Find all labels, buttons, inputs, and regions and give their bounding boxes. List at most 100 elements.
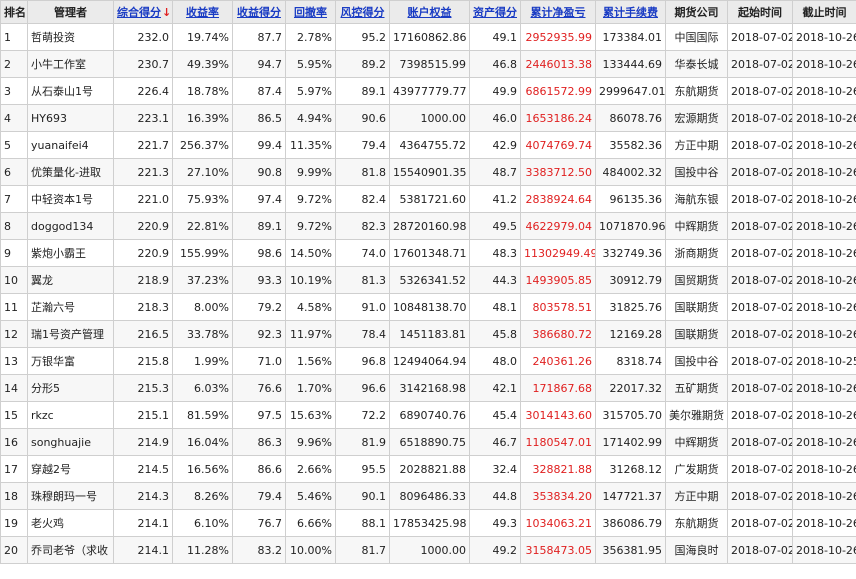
column-header-return_rate[interactable]: 收益率: [172, 0, 233, 24]
cell-manager: 万银华富: [27, 347, 114, 375]
cell-return_rate: 8.00%: [172, 293, 233, 321]
column-header-net_profit[interactable]: 累计净盈亏: [520, 0, 596, 24]
cell-rank: 14: [0, 374, 28, 402]
column-header-label: 累计手续费: [603, 6, 658, 19]
cell-rank: 20: [0, 536, 28, 564]
column-header-rank: 排名: [0, 0, 28, 24]
cell-end: 2018-10-25: [792, 347, 856, 375]
cell-return_score: 94.7: [232, 50, 286, 78]
cell-net_profit: 1180547.01: [520, 428, 596, 456]
cell-drawdown: 9.96%: [285, 428, 336, 456]
cell-drawdown: 2.78%: [285, 23, 336, 51]
cell-score: 218.9: [113, 266, 173, 294]
column-header-drawdown[interactable]: 回撤率: [285, 0, 336, 24]
cell-equity: 5381721.60: [389, 185, 470, 213]
cell-risk_score: 91.0: [335, 293, 390, 321]
cell-end: 2018-10-26: [792, 266, 856, 294]
cell-asset_score: 48.0: [469, 347, 521, 375]
cell-broker: 五矿期货: [665, 374, 728, 402]
cell-start: 2018-07-02: [727, 401, 793, 429]
cell-return_score: 76.6: [232, 374, 286, 402]
cell-start: 2018-07-02: [727, 347, 793, 375]
cell-broker: 国投中谷: [665, 158, 728, 186]
column-header-label: 累计净盈亏: [530, 6, 586, 19]
column-header-return_score[interactable]: 收益得分: [232, 0, 286, 24]
cell-end: 2018-10-26: [792, 239, 856, 267]
cell-asset_score: 49.2: [469, 536, 521, 564]
cell-start: 2018-07-02: [727, 50, 793, 78]
cell-drawdown: 9.99%: [285, 158, 336, 186]
cell-risk_score: 82.4: [335, 185, 390, 213]
column-header-risk_score[interactable]: 风控得分: [335, 0, 390, 24]
cell-return_score: 97.4: [232, 185, 286, 213]
cell-manager: 小牛工作室: [27, 50, 114, 78]
cell-manager: 从石泰山1号: [27, 77, 114, 105]
column-header-asset_score[interactable]: 资产得分: [469, 0, 521, 24]
cell-return_score: 99.4: [232, 131, 286, 159]
cell-broker: 东航期货: [665, 77, 728, 105]
cell-drawdown: 11.35%: [285, 131, 336, 159]
table-row: 3 从石泰山1号 226.4 18.78% 87.4 5.97% 89.1 43977779.…: [0, 77, 856, 105]
cell-fee: 31268.12: [595, 455, 666, 483]
column-header-equity[interactable]: 账户权益: [389, 0, 470, 24]
cell-broker: 美尔雅期货: [665, 401, 728, 429]
ranking-table: 排名 管理者 综合得分↓ 收益率 收益得分 回撤率 风控得分 账户权益 资产得分 累计净盈亏 累计手…: [0, 0, 856, 564]
cell-rank: 1: [0, 23, 28, 51]
cell-return_score: 86.5: [232, 104, 286, 132]
column-header-start: 起始时间: [727, 0, 793, 24]
cell-net_profit: 2446013.38: [520, 50, 596, 78]
cell-score: 215.1: [113, 401, 173, 429]
cell-manager: 优策量化-进取: [27, 158, 114, 186]
cell-asset_score: 42.9: [469, 131, 521, 159]
cell-rank: 18: [0, 482, 28, 510]
cell-net_profit: 2838924.64: [520, 185, 596, 213]
table-row: 4 HY693 223.1 16.39% 86.5 4.94% 90.6 1000.00 46.…: [0, 104, 856, 132]
table-row: 20 乔司老爷（求收 214.1 11.28% 83.2 10.00% 81.7 1000.0…: [0, 536, 856, 564]
cell-asset_score: 44.3: [469, 266, 521, 294]
cell-asset_score: 49.3: [469, 509, 521, 537]
cell-risk_score: 96.8: [335, 347, 390, 375]
cell-equity: 12494064.94: [389, 347, 470, 375]
cell-asset_score: 48.3: [469, 239, 521, 267]
cell-broker: 东航期货: [665, 509, 728, 537]
cell-asset_score: 49.5: [469, 212, 521, 240]
cell-return_score: 87.4: [232, 77, 286, 105]
cell-return_score: 89.1: [232, 212, 286, 240]
cell-end: 2018-10-26: [792, 50, 856, 78]
table-row: 17 穿越2号 214.5 16.56% 86.6 2.66% 95.5 2028821.88…: [0, 455, 856, 483]
cell-manager: 珠穆朗玛一号: [27, 482, 114, 510]
cell-risk_score: 81.3: [335, 266, 390, 294]
cell-return_rate: 19.74%: [172, 23, 233, 51]
column-header-manager: 管理者: [27, 0, 114, 24]
table-row: 18 珠穆朗玛一号 214.3 8.26% 79.4 5.46% 90.1 8096486.3…: [0, 482, 856, 510]
cell-fee: 332749.36: [595, 239, 666, 267]
cell-fee: 1071870.96: [595, 212, 666, 240]
cell-drawdown: 5.46%: [285, 482, 336, 510]
table-row: 10 翼龙 218.9 37.23% 93.3 10.19% 81.3 5326341.52 4…: [0, 266, 856, 294]
cell-drawdown: 1.70%: [285, 374, 336, 402]
cell-fee: 171402.99: [595, 428, 666, 456]
cell-drawdown: 2.66%: [285, 455, 336, 483]
cell-drawdown: 9.72%: [285, 185, 336, 213]
column-header-score[interactable]: 综合得分↓: [113, 0, 173, 24]
cell-start: 2018-07-02: [727, 509, 793, 537]
cell-asset_score: 49.1: [469, 23, 521, 51]
cell-end: 2018-10-26: [792, 455, 856, 483]
cell-broker: 华泰长城: [665, 50, 728, 78]
cell-equity: 4364755.72: [389, 131, 470, 159]
cell-equity: 1451183.81: [389, 320, 470, 348]
cell-asset_score: 44.8: [469, 482, 521, 510]
cell-rank: 3: [0, 77, 28, 105]
cell-net_profit: 3383712.50: [520, 158, 596, 186]
cell-manager: 老火鸡: [27, 509, 114, 537]
cell-end: 2018-10-26: [792, 320, 856, 348]
cell-score: 215.3: [113, 374, 173, 402]
cell-return_score: 97.5: [232, 401, 286, 429]
cell-start: 2018-07-02: [727, 320, 793, 348]
cell-return_rate: 75.93%: [172, 185, 233, 213]
cell-asset_score: 48.1: [469, 293, 521, 321]
cell-drawdown: 5.97%: [285, 77, 336, 105]
cell-return_rate: 18.78%: [172, 77, 233, 105]
column-header-fee[interactable]: 累计手续费: [595, 0, 666, 24]
table-row: 12 瑞1号资产管理 216.5 33.78% 92.3 11.97% 78.4 145118…: [0, 320, 856, 348]
